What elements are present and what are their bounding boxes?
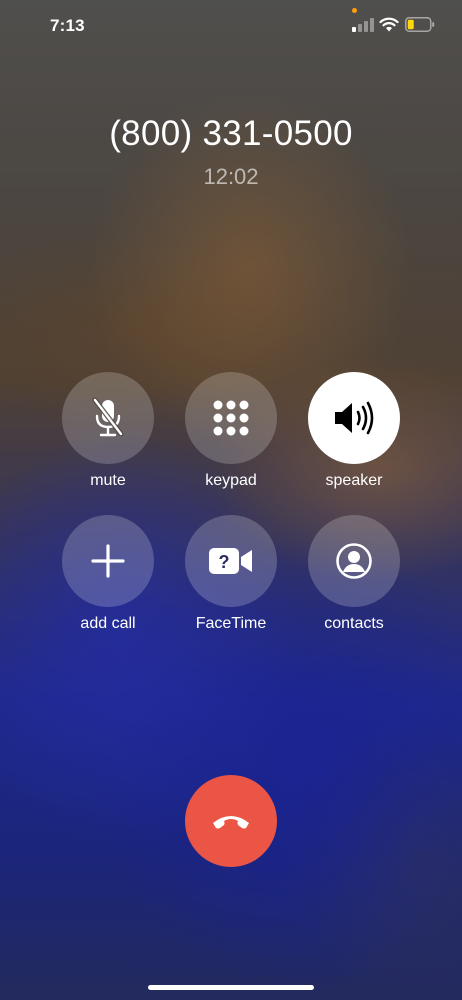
keypad-label: keypad <box>205 472 257 489</box>
add-call-label: add call <box>80 615 136 632</box>
add-call-button-circle[interactable] <box>62 515 154 607</box>
phone-hangup-icon <box>213 816 249 829</box>
speaker-wave-icon <box>335 401 374 435</box>
speaker-label: speaker <box>325 472 383 489</box>
keypad-button-circle[interactable] <box>185 372 277 464</box>
add-call-button[interactable]: add call <box>62 515 154 655</box>
mute-button-circle[interactable] <box>62 372 154 464</box>
end-call-button[interactable] <box>185 775 277 867</box>
person-circle-icon <box>336 543 372 579</box>
cellular-signal-icon <box>352 18 374 32</box>
call-duration-timer: 12:02 <box>203 164 259 189</box>
keypad-grid-icon <box>213 400 249 436</box>
facetime-button[interactable]: ? FaceTime <box>185 515 277 655</box>
facetime-button-circle[interactable]: ? <box>185 515 277 607</box>
wifi-icon <box>379 17 399 32</box>
facetime-label: FaceTime <box>195 615 267 632</box>
facetime-video-icon: ? <box>209 548 252 574</box>
contacts-label: contacts <box>324 615 384 632</box>
battery-low-icon <box>405 17 435 32</box>
caller-phone-number: (800) 331-0500 <box>109 114 353 153</box>
svg-text:?: ? <box>219 552 230 572</box>
mic-slash-icon <box>92 397 124 437</box>
mute-label: mute <box>90 472 126 489</box>
home-indicator[interactable] <box>148 985 314 990</box>
speaker-button[interactable]: speaker <box>308 372 400 512</box>
contacts-button-circle[interactable] <box>308 515 400 607</box>
contacts-button[interactable]: contacts <box>308 515 400 655</box>
mute-button[interactable]: mute <box>62 372 154 512</box>
keypad-button[interactable]: keypad <box>185 372 277 512</box>
status-bar: 7:13 <box>0 0 462 50</box>
status-time: 7:13 <box>50 16 85 35</box>
recording-indicator-dot <box>352 8 357 13</box>
plus-icon <box>91 544 125 578</box>
speaker-button-circle[interactable] <box>308 372 400 464</box>
